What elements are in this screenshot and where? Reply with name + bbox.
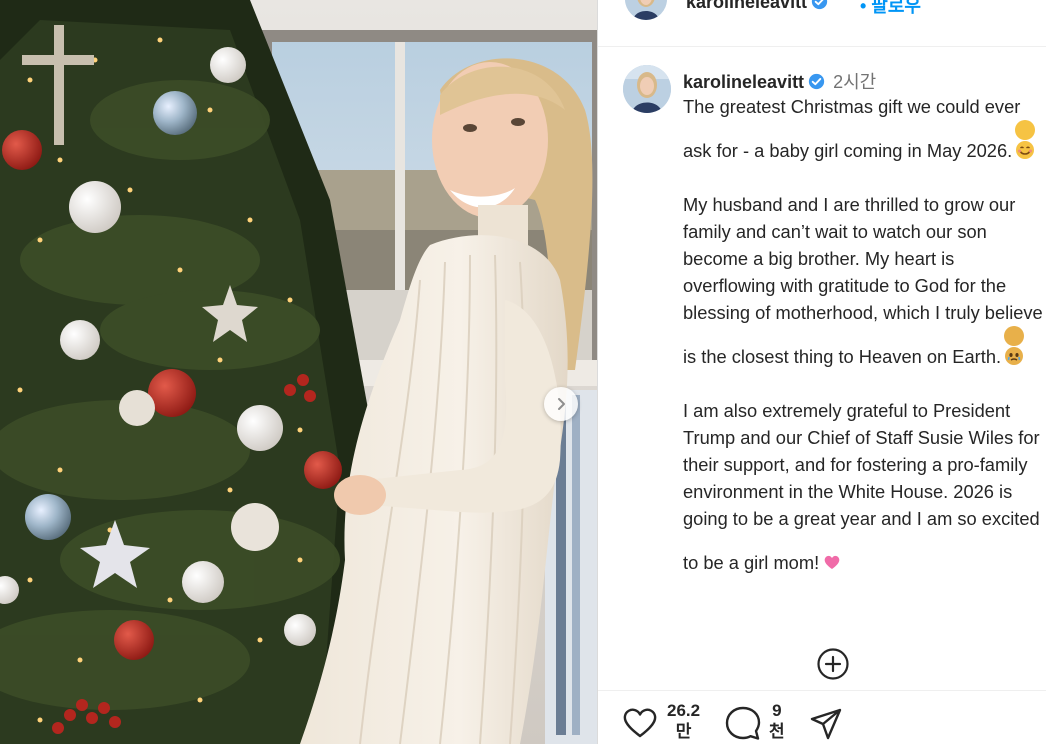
share-button[interactable] xyxy=(809,707,843,746)
post-caption: The greatest Christmas gift we could eve… xyxy=(683,93,1045,603)
post-timestamp[interactable]: 2시간 xyxy=(833,72,876,92)
caption-paragraph: I am also extremely grateful to Presiden… xyxy=(683,400,1040,573)
comment-button[interactable] xyxy=(725,705,761,746)
caption-paragraph: The greatest Christmas gift we could eve… xyxy=(683,93,1045,164)
verified-badge-icon xyxy=(808,73,825,90)
post-username[interactable]: karolineleavitt xyxy=(683,72,804,92)
heart-icon xyxy=(623,708,657,738)
load-more-comments-button[interactable] xyxy=(816,647,850,681)
post-actions-bar: 26.2 만 9 천 xyxy=(598,690,1046,745)
smiling-face-emoji-icon xyxy=(1015,120,1036,159)
avatar[interactable] xyxy=(625,0,667,20)
caption-paragraph: My husband and I are thrilled to grow ou… xyxy=(683,194,1043,367)
next-image-button[interactable] xyxy=(544,387,578,421)
post-photo xyxy=(0,0,597,744)
header-username[interactable]: karolineleavitt xyxy=(686,0,828,13)
follow-button[interactable]: • 팔로우 xyxy=(860,0,921,18)
post-header: karolineleavitt • 팔로우 xyxy=(598,0,1046,47)
plus-circle-icon xyxy=(817,648,849,680)
post-author: karolineleavitt 2시간 xyxy=(683,68,876,94)
verified-badge-icon xyxy=(811,0,828,10)
like-count[interactable]: 26.2 만 xyxy=(667,700,700,742)
post-author-avatar[interactable] xyxy=(623,65,671,113)
teary-face-emoji-icon xyxy=(1004,326,1025,365)
chevron-right-icon xyxy=(558,398,565,410)
post-side-panel: karolineleavitt • 팔로우 karolineleavitt 2시간… xyxy=(597,0,1046,744)
like-button[interactable] xyxy=(622,707,658,744)
comment-count[interactable]: 9 천 xyxy=(769,700,785,742)
share-icon xyxy=(810,708,842,740)
pink-heart-emoji-icon xyxy=(822,532,842,569)
comment-icon xyxy=(725,706,761,740)
